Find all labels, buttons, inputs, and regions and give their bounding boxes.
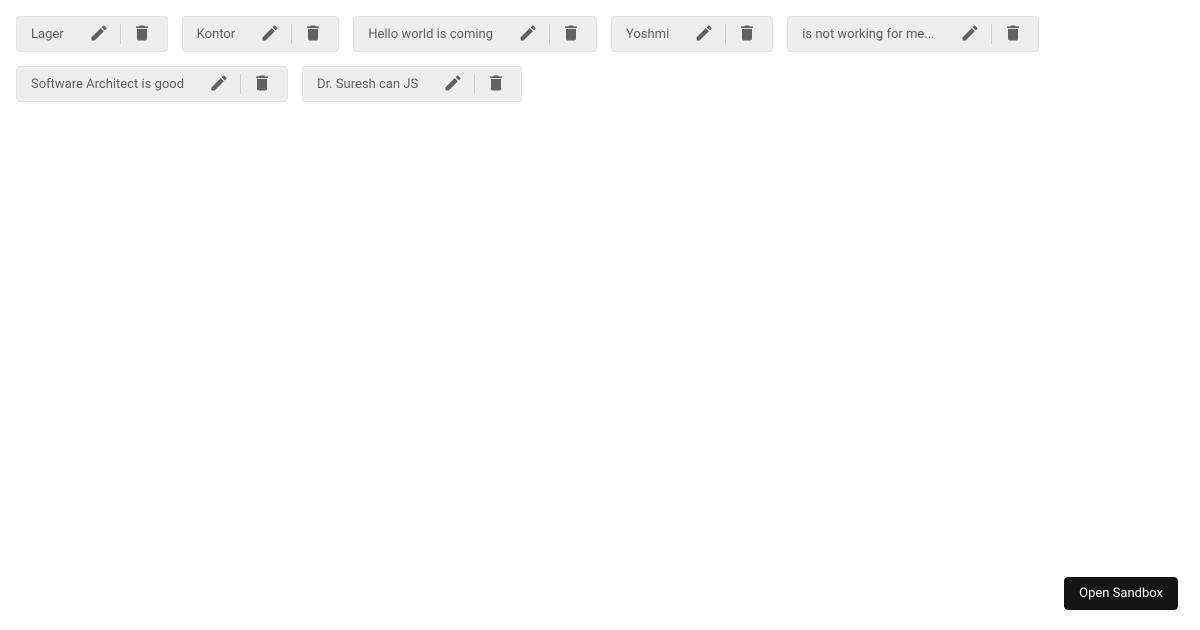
delete-button[interactable] [554,17,588,51]
chip-item: Lager [16,16,168,52]
trash-icon [132,23,152,46]
edit-button[interactable] [436,67,470,101]
open-sandbox-button[interactable]: Open Sandbox [1064,577,1178,610]
divider [725,24,726,44]
divider [549,24,550,44]
pencil-icon [960,23,980,46]
pencil-icon [89,23,109,46]
chip-item: Dr. Suresh can JS [302,66,522,102]
pencil-icon [518,23,538,46]
chip-label: Kontor [197,27,236,42]
delete-button[interactable] [479,67,513,101]
trash-icon [486,73,506,96]
divider [291,24,292,44]
trash-icon [252,73,272,96]
chip-label: is not working for me... [802,27,934,42]
chip-item: Kontor [182,16,340,52]
edit-button[interactable] [202,67,236,101]
delete-button[interactable] [245,67,279,101]
chip-item: Yoshmi [611,16,773,52]
chip-label: Software Architect is good [31,77,184,92]
trash-icon [561,23,581,46]
chip-item: is not working for me... [787,16,1038,52]
edit-button[interactable] [687,17,721,51]
chip-label: Hello world is coming [368,27,493,42]
edit-button[interactable] [511,17,545,51]
pencil-icon [260,23,280,46]
delete-button[interactable] [996,17,1030,51]
divider [474,74,475,94]
delete-button[interactable] [125,17,159,51]
delete-button[interactable] [296,17,330,51]
pencil-icon [694,23,714,46]
edit-button[interactable] [253,17,287,51]
delete-button[interactable] [730,17,764,51]
edit-button[interactable] [82,17,116,51]
chip-item: Software Architect is good [16,66,288,102]
divider [240,74,241,94]
chip-item: Hello world is coming [353,16,597,52]
divider [991,24,992,44]
pencil-icon [209,73,229,96]
edit-button[interactable] [953,17,987,51]
trash-icon [303,23,323,46]
chip-label: Dr. Suresh can JS [317,77,418,92]
chip-label: Lager [31,27,64,42]
chip-label: Yoshmi [626,27,669,42]
trash-icon [737,23,757,46]
chips-container: Lager Kontor Hello world is coming [16,16,1184,102]
trash-icon [1003,23,1023,46]
pencil-icon [443,73,463,96]
divider [120,24,121,44]
